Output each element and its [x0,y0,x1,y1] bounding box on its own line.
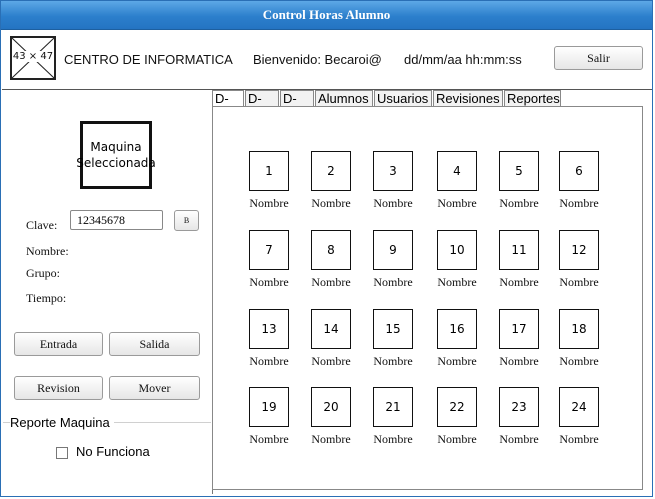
tab-revisiones[interactable]: Revisiones [433,90,503,106]
logo-placeholder: 43 × 47 [10,36,56,80]
machine-name: Nombre [559,432,599,446]
machine-number: 18 [559,309,599,349]
tab-d01[interactable]: D-01 [212,90,244,122]
clave-label: Clave: [26,218,58,232]
tab-d02[interactable]: D-02 [245,90,279,122]
exit-button[interactable]: Salir [554,46,643,70]
grupo-label: Grupo: [26,266,60,280]
machine-number: 3 [373,151,413,191]
machine-number: 13 [249,309,289,349]
machine-number: 1 [249,151,289,191]
logo-size-label: 43 × 47 [12,51,54,62]
center-name: CENTRO DE INFORMATICA [64,52,233,67]
lab-panel: 1 Nombre 2 Nombre 3 Nombre 4 Nombre 5 Nombre 6 Nomb… [212,106,643,490]
machine-number: 2 [311,151,351,191]
machine-number: 15 [373,309,413,349]
report-section-title: Reporte Maquina [10,415,114,430]
machine-number: 23 [499,387,539,427]
mover-button[interactable]: Mover [109,376,200,400]
machine-number: 14 [311,309,351,349]
selected-machine-box: Maquina Seleccionada [76,121,156,189]
entrada-button[interactable]: Entrada [14,332,103,356]
machine-number: 16 [437,309,477,349]
app-window: Control Horas Alumno 43 × 47 CENTRO DE I… [0,0,653,497]
machine-number: 12 [559,230,599,270]
machine-number: 24 [559,387,599,427]
clave-input[interactable]: 12345678 [70,210,163,230]
machine-number: 5 [499,151,539,191]
machine-number: 4 [437,151,477,191]
tab-alumnos[interactable]: Alumnos [315,90,373,106]
no-funciona-checkbox[interactable] [56,447,68,459]
tiempo-label: Tiempo: [26,291,67,305]
revision-button[interactable]: Revision [14,376,103,400]
machine-number: 21 [373,387,413,427]
machine-name: Nombre [559,196,599,210]
salida-button[interactable]: Salida [109,332,200,356]
machine-name: Nombre [559,275,599,289]
no-funciona-label: No Funciona [76,444,150,459]
tab-usuarios[interactable]: Usuarios [374,90,432,106]
machine-number: 6 [559,151,599,191]
machine-number: 8 [311,230,351,270]
window-title: Control Horas Alumno [1,1,652,30]
machine-name: Nombre [559,354,599,368]
datetime-text: dd/mm/aa hh:mm:ss [404,52,522,67]
machine-6[interactable]: 6 Nombre [541,151,621,215]
machine-number: 19 [249,387,289,427]
machine-number: 7 [249,230,289,270]
machine-number: 22 [437,387,477,427]
machine-24[interactable]: 24 Nombre [541,387,621,451]
header-bar: 43 × 47 CENTRO DE INFORMATICA Bienvenido… [2,30,652,90]
report-section: Reporte Maquina No Funciona [3,415,211,495]
machine-number: 20 [311,387,351,427]
lookup-button[interactable]: B [174,210,199,231]
machine-18[interactable]: 18 Nombre [541,309,621,373]
machine-number: 9 [373,230,413,270]
machine-number: 17 [499,309,539,349]
machine-number: 11 [499,230,539,270]
tab-d03[interactable]: D-03 [280,90,314,122]
machine-12[interactable]: 12 Nombre [541,230,621,294]
left-panel: Maquina Seleccionada Clave: 12345678 B N… [2,90,213,494]
machine-number: 10 [437,230,477,270]
tab-reportes[interactable]: Reportes [504,90,561,106]
welcome-text: Bienvenido: Becaroi@ [253,52,382,67]
nombre-label: Nombre: [26,244,69,258]
